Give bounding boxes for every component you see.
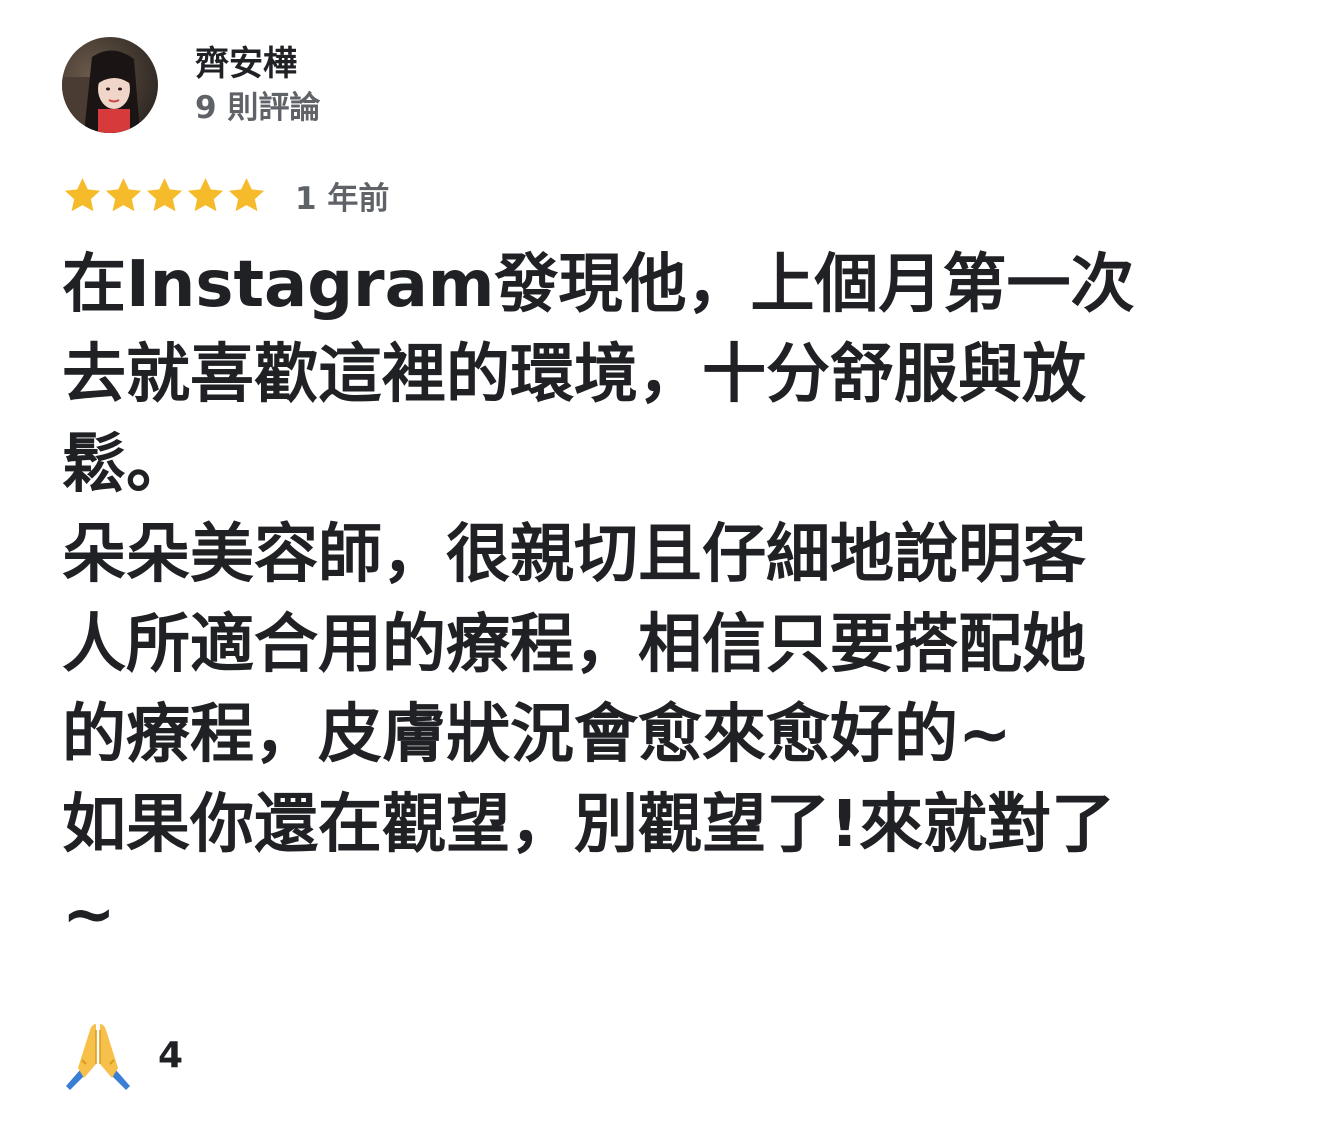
review-text: 在Instagram發現他，上個月第一次 去就喜歡這裡的環境，十分舒服與放 鬆。…	[62, 240, 1262, 960]
folded-hands-icon	[62, 1020, 134, 1090]
review-text-line: 如果你還在觀望，別觀望了!來就對了	[62, 788, 1116, 862]
star-rating	[62, 175, 267, 216]
star-icon	[103, 175, 144, 216]
author-name[interactable]: 齊安樺	[195, 42, 320, 86]
review-text-line: 鬆。	[62, 428, 190, 502]
review-text-line: 人所適合用的療程，相信只要搭配她	[62, 608, 1086, 682]
review-text-line: 在Instagram發現他，上個月第一次	[62, 248, 1135, 322]
review-author[interactable]: 齊安樺 9 則評論	[62, 37, 320, 133]
star-icon	[185, 175, 226, 216]
star-icon	[62, 175, 103, 216]
review-text-line: 去就喜歡這裡的環境，十分舒服與放	[62, 338, 1086, 412]
review-text-line: 朵朵美容師，很親切且仔細地說明客	[62, 518, 1086, 592]
star-icon	[226, 175, 267, 216]
author-review-count: 9 則評論	[195, 90, 321, 126]
reaction-button[interactable]: 4	[62, 1020, 183, 1090]
review-text-line: 的療程，皮膚狀況會愈來愈好的~	[62, 698, 1012, 772]
review-text-line: ~	[62, 878, 116, 952]
avatar[interactable]	[62, 37, 158, 133]
review-time: 1 年前	[295, 180, 390, 217]
review-card: 齊安樺 9 則評論 1 年前 在Instagram發現他，上個月第一次 去就喜歡…	[0, 0, 1320, 1140]
author-meta: 齊安樺 9 則評論	[195, 42, 320, 128]
rating-row: 1 年前	[62, 170, 389, 220]
star-icon	[144, 175, 185, 216]
reaction-count: 4	[158, 1034, 184, 1076]
